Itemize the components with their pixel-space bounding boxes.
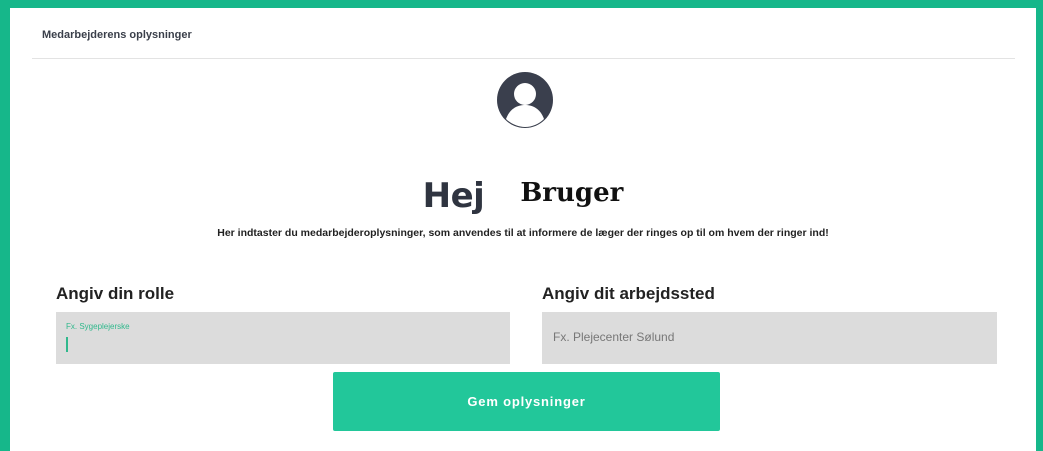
- role-input-placeholder: Fx. Sygeplejerske: [66, 322, 130, 331]
- greeting-hello: Hej: [422, 176, 485, 216]
- greeting: Hej Bruger: [10, 176, 1036, 216]
- divider: [32, 58, 1015, 59]
- role-input[interactable]: Fx. Sygeplejerske: [56, 312, 510, 364]
- greeting-user-name: Bruger: [520, 178, 624, 208]
- intro-text: Her indtaster du medarbejderoplysninger,…: [217, 227, 829, 239]
- workplace-label: Angiv dit arbejdssted: [542, 284, 715, 303]
- save-info-button[interactable]: Gem oplysninger: [333, 372, 720, 431]
- text-caret: [66, 337, 68, 352]
- workplace-input-placeholder: Fx. Plejecenter Sølund: [553, 330, 675, 344]
- employee-info-panel: Medarbejderens oplysninger Hej Bruger Her…: [10, 8, 1036, 451]
- role-label: Angiv din rolle: [56, 284, 175, 303]
- workplace-input[interactable]: Fx. Plejecenter Sølund: [542, 312, 997, 364]
- panel-title: Medarbejderens oplysninger: [42, 29, 192, 41]
- user-avatar-icon: [497, 72, 553, 128]
